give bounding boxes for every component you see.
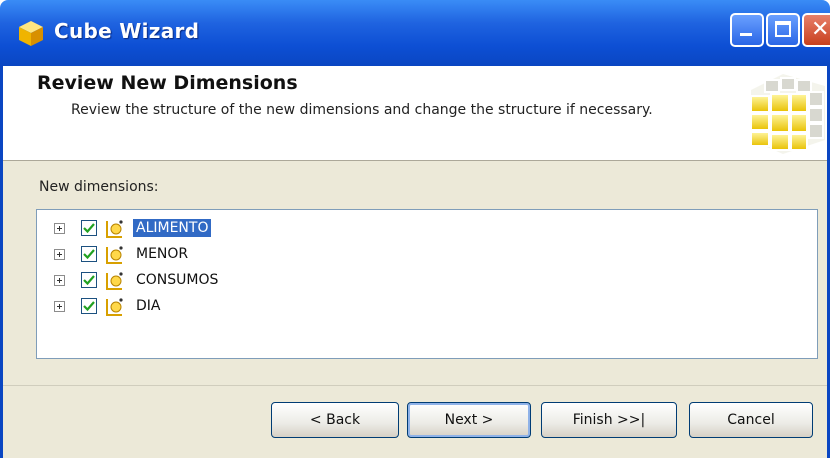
maximize-button[interactable] (766, 13, 800, 47)
dimensions-tree[interactable]: ALIMENTO MENOR CONSUMOS DIA (36, 209, 818, 359)
next-button[interactable]: Next > (407, 402, 531, 438)
expand-icon[interactable] (54, 249, 65, 260)
cube-wizard-icon (19, 21, 43, 46)
finish-button[interactable]: Finish >>| (541, 402, 677, 438)
footer-separator (3, 385, 827, 386)
dimension-label: MENOR (136, 246, 189, 262)
checkmark-icon (83, 249, 95, 260)
tree-item-dia[interactable]: DIA (37, 294, 437, 320)
wizard-header: Review New Dimensions Review the structu… (3, 66, 827, 161)
window-title: Cube Wizard (54, 19, 200, 43)
dimension-icon (106, 298, 123, 316)
page-description: Review the structure of the new dimensio… (71, 102, 653, 118)
title-bar: Cube Wizard ✕ (0, 0, 830, 66)
dimension-checkbox[interactable] (81, 298, 97, 314)
cube-graphic (750, 74, 825, 154)
cancel-button[interactable]: Cancel (689, 402, 813, 438)
close-button[interactable]: ✕ (802, 13, 830, 47)
dimension-checkbox[interactable] (81, 246, 97, 262)
minimize-button[interactable] (730, 13, 764, 47)
dimension-icon (106, 246, 123, 264)
close-icon: ✕ (811, 17, 830, 42)
tree-item-alimento[interactable]: ALIMENTO (37, 216, 437, 242)
page-title: Review New Dimensions (37, 72, 298, 94)
dimension-icon (106, 272, 123, 290)
checkmark-icon (83, 223, 95, 234)
dimension-icon (106, 220, 123, 238)
expand-icon[interactable] (54, 301, 65, 312)
maximize-icon (775, 21, 791, 37)
wizard-window: Review New Dimensions Review the structu… (0, 66, 830, 458)
back-button[interactable]: < Back (271, 402, 399, 438)
checkmark-icon (83, 275, 95, 286)
new-dimensions-label: New dimensions: (39, 179, 159, 195)
dimension-label: CONSUMOS (136, 272, 219, 288)
dimension-checkbox[interactable] (81, 220, 97, 236)
dimension-label: DIA (136, 298, 161, 314)
expand-icon[interactable] (54, 223, 65, 234)
dimension-label: ALIMENTO (131, 218, 213, 238)
expand-icon[interactable] (54, 275, 65, 286)
dimension-checkbox[interactable] (81, 272, 97, 288)
minimize-icon (740, 33, 752, 36)
tree-item-menor[interactable]: MENOR (37, 242, 437, 268)
tree-item-consumos[interactable]: CONSUMOS (37, 268, 437, 294)
checkmark-icon (83, 301, 95, 312)
